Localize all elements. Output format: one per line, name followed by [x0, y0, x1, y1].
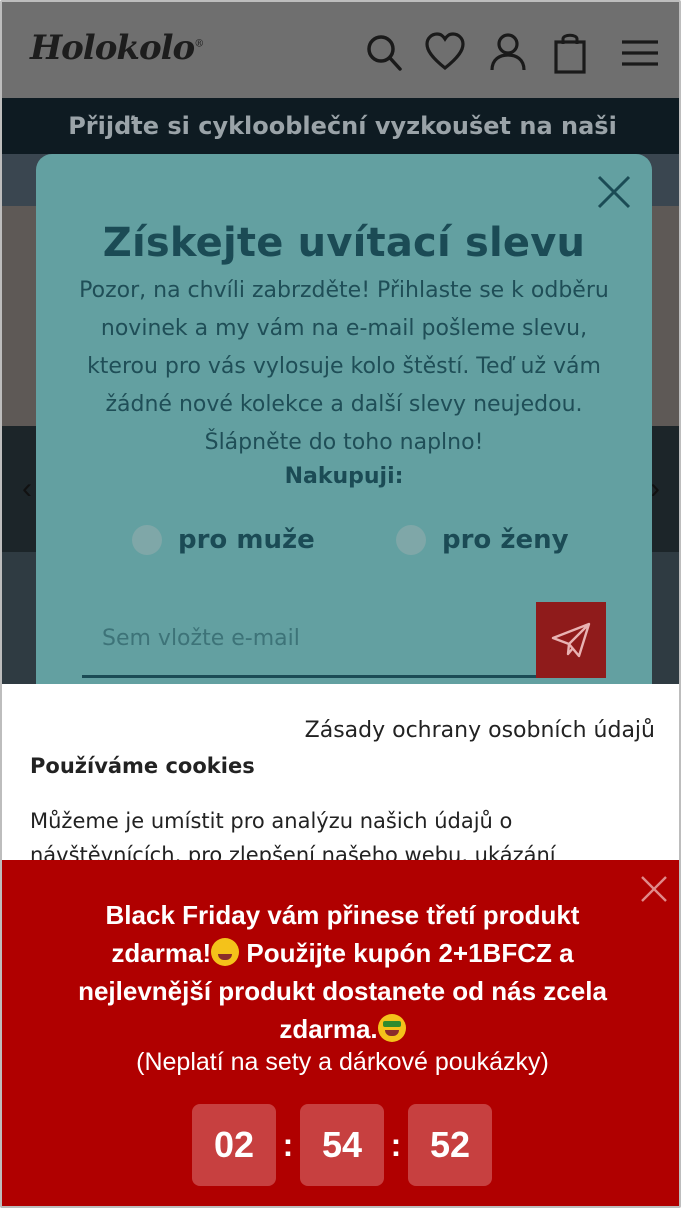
paper-plane-icon — [551, 622, 591, 658]
timer-separator: : — [390, 1126, 402, 1163]
site-header: Holokolo® — [2, 2, 679, 98]
newsletter-modal: Získejte uvítací slevu Pozor, na chvíli … — [36, 154, 652, 714]
banner-message: Black Friday vám přinese třetí produkt z… — [78, 900, 607, 1044]
send-button[interactable] — [536, 602, 606, 678]
radio-label: pro muže — [178, 525, 315, 555]
privacy-policy-link[interactable]: Zásady ochrany osobních údajů — [305, 718, 655, 743]
email-input[interactable] — [82, 602, 536, 678]
timer-separator: : — [282, 1126, 294, 1163]
modal-title: Získejte uvítací slevu — [102, 220, 586, 266]
shopping-label: Nakupuji: — [284, 464, 404, 489]
radio-button[interactable] — [396, 525, 426, 555]
user-icon[interactable] — [488, 30, 528, 74]
bag-icon[interactable] — [550, 30, 590, 74]
timer-minutes: 54 — [300, 1104, 384, 1186]
page-frame: Holokolo® Přijďte si cykloobleční vyzkou… — [0, 0, 681, 1208]
radio-label: pro ženy — [442, 525, 569, 555]
modal-description: Pozor, na chvíli zabrzděte! Přihlaste se… — [79, 278, 609, 455]
banner-note: (Neplatí na sety a dárkové poukázky) — [136, 1048, 549, 1076]
carousel-prev-icon[interactable]: ‹ — [22, 472, 32, 506]
crazy-face-emoji-icon — [211, 938, 240, 966]
modal-close-icon[interactable] — [594, 172, 634, 212]
timer-hours: 02 — [192, 1104, 276, 1186]
cookie-panel: Zásady ochrany osobních údajů Používáme … — [2, 684, 679, 867]
radio-button[interactable] — [132, 525, 162, 555]
heart-icon[interactable] — [425, 30, 465, 74]
site-logo[interactable]: Holokolo® — [30, 28, 204, 68]
radio-option-men[interactable]: pro muže — [132, 524, 315, 556]
cookie-title: Používáme cookies — [30, 754, 255, 778]
black-friday-banner: Black Friday vám přinese třetí produkt z… — [2, 860, 679, 1206]
search-icon[interactable] — [364, 30, 404, 74]
radio-option-women[interactable]: pro ženy — [396, 524, 569, 556]
banner-close-icon[interactable] — [639, 874, 669, 904]
money-face-emoji-icon — [377, 1014, 406, 1042]
timer-seconds: 52 — [408, 1104, 492, 1186]
promo-bar: Přijďte si cykloobleční vyzkoušet na naš… — [2, 98, 679, 154]
menu-icon[interactable] — [620, 30, 660, 74]
countdown-timer: 02 : 54 : 52 — [192, 1104, 492, 1186]
